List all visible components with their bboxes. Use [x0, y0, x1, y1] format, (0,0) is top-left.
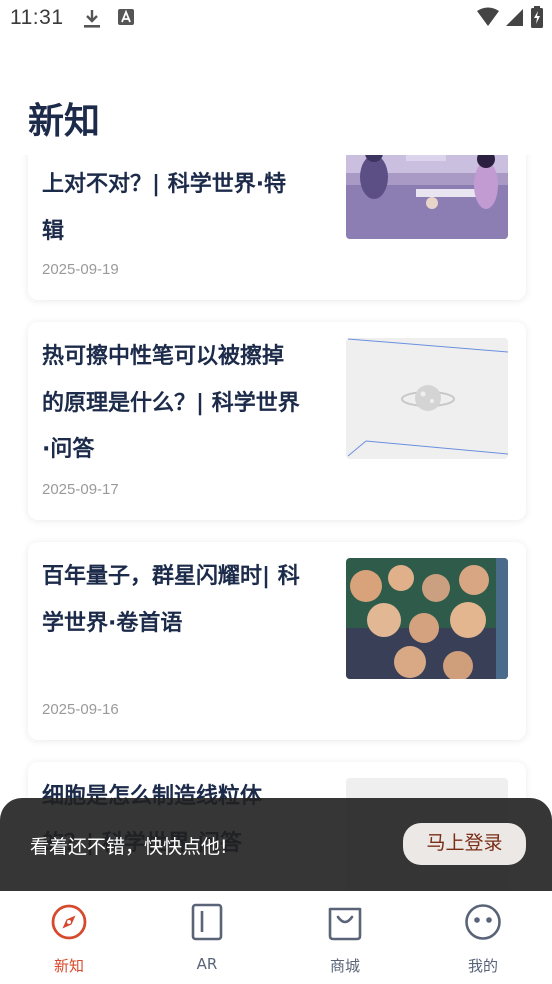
article-feed[interactable]: 上对不对？| 科学世界·特辑 2025-09-19 热可擦中性笔可以被擦掉的原理… — [0, 155, 552, 891]
article-thumbnail — [346, 155, 508, 239]
toast-message: 看着还不错，快快点他! — [30, 836, 228, 858]
profile-face-icon — [464, 903, 502, 941]
article-title: 热可擦中性笔可以被擦掉的原理是什么？| 科学世界·问答 — [42, 344, 300, 462]
battery-icon — [530, 6, 544, 32]
tab-news[interactable]: 新知 — [0, 891, 138, 984]
download-icon — [82, 8, 102, 34]
login-now-button[interactable]: 马上登录 — [403, 823, 526, 865]
article-card[interactable]: 热可擦中性笔可以被擦掉的原理是什么？| 科学世界·问答 2025-09-17 — [28, 322, 526, 520]
bottom-tab-bar: 新知 AR 商城 我的 — [0, 891, 552, 984]
tab-label: AR — [196, 955, 218, 973]
article-thumbnail-placeholder — [346, 338, 508, 459]
article-title: 上对不对？| 科学世界·特辑 — [42, 172, 287, 244]
article-card[interactable]: 百年量子，群星闪耀时| 科学世界·卷首语 2025-09-16 — [28, 542, 526, 740]
page-title: 新知 — [28, 101, 101, 142]
article-thumbnail — [346, 558, 508, 679]
article-title: 百年量子，群星闪耀时| 科学世界·卷首语 — [42, 564, 300, 636]
status-bar: 11:31 — [0, 0, 552, 40]
tab-label: 我的 — [467, 957, 498, 975]
translate-icon — [117, 8, 135, 30]
login-prompt-toast: 看着还不错，快快点他! 马上登录 — [0, 798, 552, 894]
article-date: 2025-09-16 — [42, 701, 119, 718]
signal-icon — [506, 7, 524, 31]
ar-icon — [188, 903, 226, 941]
tab-ar[interactable]: AR — [138, 891, 276, 984]
article-date: 2025-09-19 — [42, 261, 119, 278]
tab-label: 商城 — [329, 957, 360, 975]
tab-label: 新知 — [53, 957, 84, 975]
article-date: 2025-09-17 — [42, 481, 119, 498]
wifi-icon — [476, 7, 500, 31]
compass-icon — [50, 903, 88, 941]
status-time: 11:31 — [10, 6, 64, 29]
tab-profile[interactable]: 我的 — [414, 891, 552, 984]
tab-shop[interactable]: 商城 — [276, 891, 414, 984]
article-card[interactable]: 上对不对？| 科学世界·特辑 2025-09-19 — [28, 155, 526, 300]
shopping-bag-icon — [326, 903, 364, 941]
